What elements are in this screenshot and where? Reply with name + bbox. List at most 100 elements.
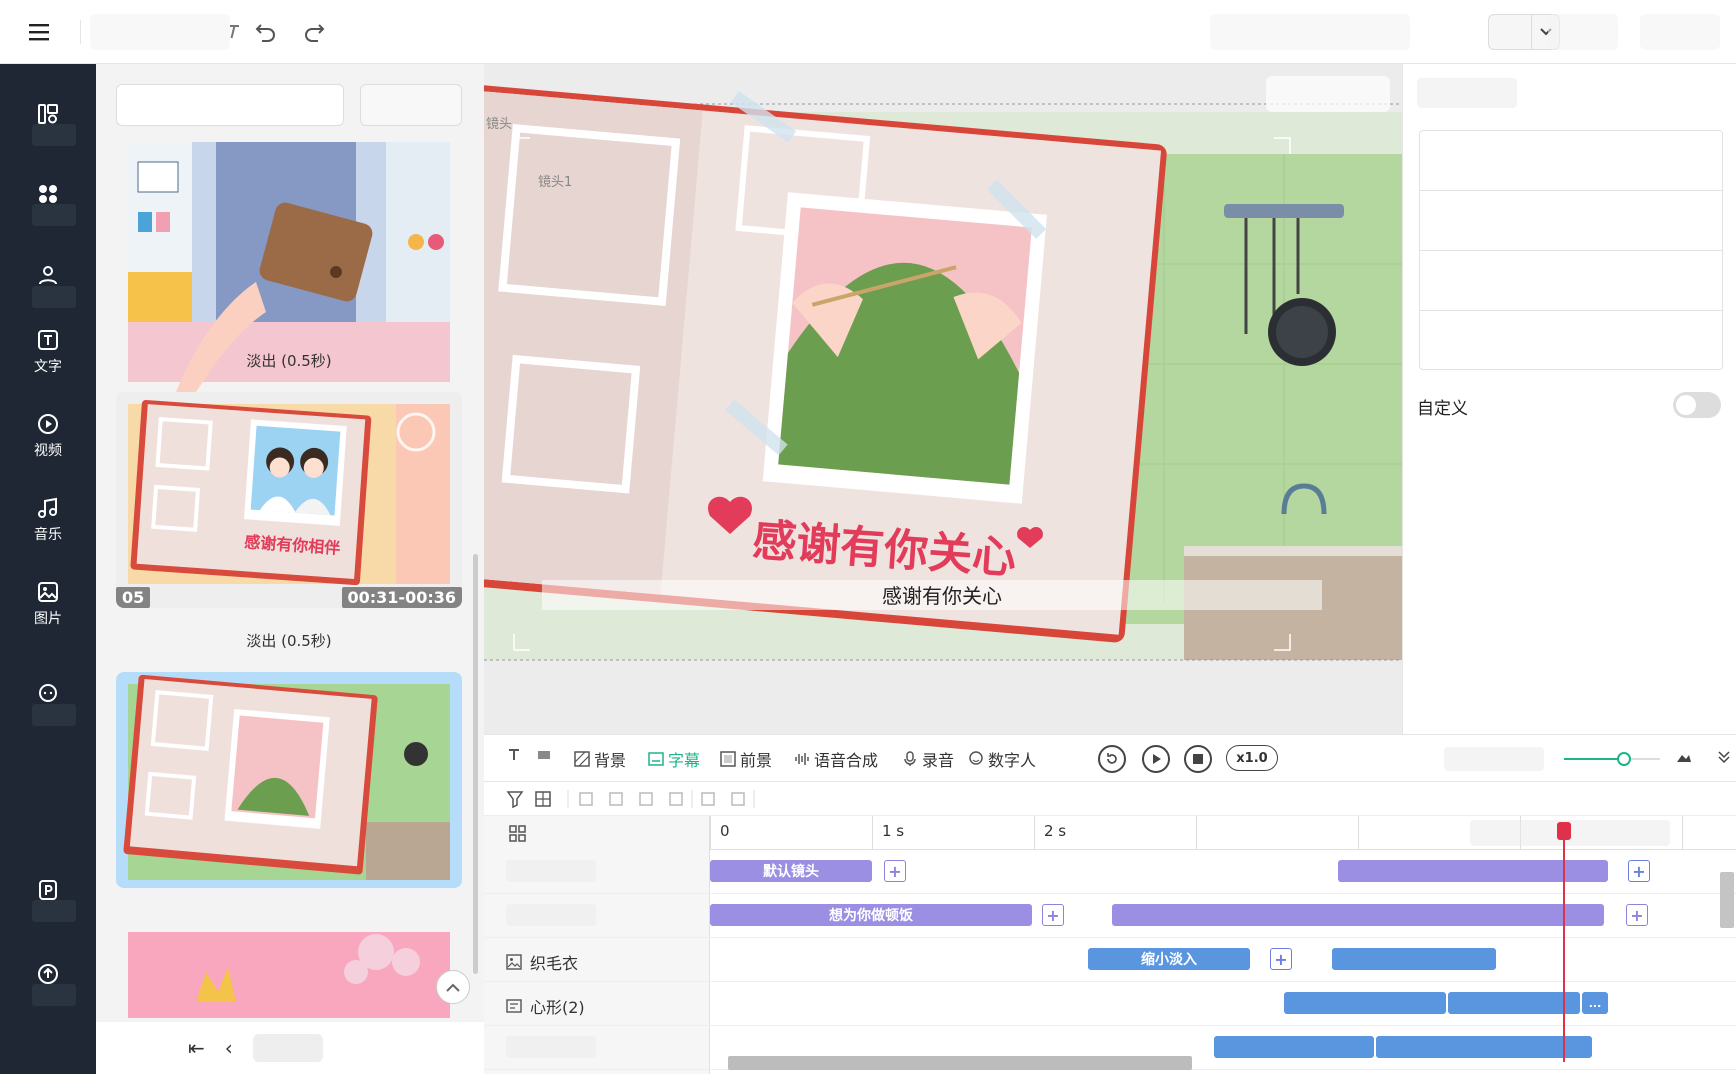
nav-item-ppt[interactable] xyxy=(0,856,96,928)
nav-item-character[interactable] xyxy=(0,242,96,314)
foreground-icon xyxy=(720,751,736,767)
timeline-hscrollbar[interactable] xyxy=(728,1056,1192,1070)
timeline-clip[interactable] xyxy=(1284,992,1446,1014)
add-clip-button[interactable]: + xyxy=(1270,948,1292,970)
property-row[interactable] xyxy=(1420,251,1722,311)
nav-item-music[interactable]: 音乐 xyxy=(0,484,96,556)
add-clip-button[interactable]: + xyxy=(884,860,906,882)
timeline: 0 1 s 2 s 默认镜头 + + 想为你做顿饭 + + 织毛衣 缩小淡入 +… xyxy=(484,816,1736,1074)
timeline-clip[interactable] xyxy=(1214,1036,1374,1058)
tool-tts[interactable]: 语音合成 xyxy=(794,747,878,771)
canvas-subtitle[interactable]: 感谢有你关心 xyxy=(882,584,1002,608)
play-button[interactable] xyxy=(1142,745,1170,773)
tool-background[interactable]: 背景 xyxy=(574,747,626,771)
tool-subtitle[interactable]: 字幕 xyxy=(648,747,700,771)
timeline-clip[interactable] xyxy=(1112,904,1604,926)
tool-blurred[interactable] xyxy=(506,747,522,763)
upload-icon xyxy=(38,964,58,984)
panel-scrollbar[interactable] xyxy=(473,554,478,974)
properties-panel: 自定义 xyxy=(1402,64,1736,734)
custom-toggle[interactable] xyxy=(1673,392,1721,418)
scene-4-preview xyxy=(128,932,450,1018)
scene-thumbnail-4[interactable] xyxy=(116,922,462,1018)
blurred-zoom-label xyxy=(1444,747,1544,771)
timeline-clip[interactable] xyxy=(1448,992,1580,1014)
tool-blurred[interactable] xyxy=(536,747,552,763)
timeline-vscrollbar[interactable] xyxy=(1720,872,1734,928)
property-row[interactable] xyxy=(1420,131,1722,191)
replay-button[interactable] xyxy=(1098,745,1126,773)
timeline-clip[interactable] xyxy=(1376,1036,1592,1058)
first-page-icon[interactable]: ⇤ xyxy=(188,1036,205,1060)
nav-item-video[interactable]: 视频 xyxy=(0,400,96,472)
timeline-clip[interactable]: 想为你做顿饭 xyxy=(710,904,1032,926)
blurred-label xyxy=(32,704,76,726)
scene-search-input[interactable] xyxy=(116,84,344,126)
blurred-button[interactable] xyxy=(1640,14,1720,50)
scene-thumbnail-2[interactable]: 感谢有你相伴 05 00:31-00:36 xyxy=(116,392,462,608)
track-row-hearts: 心形(2) ... xyxy=(484,982,1736,1026)
blurred-label xyxy=(32,984,76,1006)
undo-icon[interactable] xyxy=(250,16,282,48)
tool-avatar[interactable]: 数字人 xyxy=(968,747,1036,771)
top-toolbar xyxy=(0,0,1736,64)
grid-icon[interactable] xyxy=(508,824,528,844)
scene-thumbnail-3-active[interactable] xyxy=(116,672,462,888)
nav-item-template[interactable] xyxy=(0,80,96,152)
timeline-clip[interactable] xyxy=(1332,948,1496,970)
tool-record[interactable]: 录音 xyxy=(902,747,954,771)
chat-icon xyxy=(39,684,57,702)
nav-item-chat[interactable] xyxy=(0,660,96,732)
left-nav: 文字 视频 音乐 图片 xyxy=(0,64,96,1074)
scene-transition-label[interactable]: 淡出 (0.5秒) xyxy=(116,630,462,651)
zoom-slider-handle[interactable] xyxy=(1616,752,1631,766)
tool-avatar-label: 数字人 xyxy=(988,751,1037,770)
playhead-handle[interactable] xyxy=(1557,822,1571,840)
nav-item-image[interactable]: 图片 xyxy=(0,568,96,640)
hamburger-icon[interactable] xyxy=(24,16,56,48)
speed-button[interactable]: x1.0 xyxy=(1226,745,1278,771)
timeline-clip[interactable]: ... xyxy=(1582,992,1608,1014)
track-label: 心形(2) xyxy=(506,994,585,1018)
page-indicator xyxy=(252,1034,323,1062)
edit-tool-icons[interactable] xyxy=(484,782,784,816)
tool-background-label: 背景 xyxy=(594,751,627,770)
nav-item-element[interactable] xyxy=(0,160,96,232)
scroll-top-button[interactable] xyxy=(436,970,470,1004)
scene-transition-label[interactable]: 淡出 (0.5秒) xyxy=(116,350,462,371)
tool-record-label: 录音 xyxy=(922,751,955,770)
redo-icon[interactable] xyxy=(298,16,330,48)
canvas-action-button[interactable] xyxy=(1266,76,1390,112)
replay-icon xyxy=(1107,753,1117,764)
custom-label: 自定义 xyxy=(1417,399,1468,419)
ruler-label: 0 xyxy=(720,822,730,840)
text-format-icon[interactable] xyxy=(218,16,250,48)
collapse-icon[interactable] xyxy=(1716,749,1732,765)
stop-button[interactable] xyxy=(1184,745,1212,773)
scene-time-badge: 00:31-00:36 xyxy=(341,587,462,608)
timeline-clip[interactable]: 缩小淡入 xyxy=(1088,948,1250,970)
nav-item-text[interactable]: 文字 xyxy=(0,316,96,388)
timeline-ruler[interactable]: 0 1 s 2 s xyxy=(710,816,1736,850)
scene-3-preview xyxy=(123,674,450,880)
lens-label[interactable]: 镜头1 xyxy=(538,175,572,190)
property-row[interactable] xyxy=(1420,191,1722,251)
text-icon xyxy=(38,330,58,350)
scene-preview-canvas[interactable]: 感谢有你关心 感谢有你关心 镜头 镜头1 xyxy=(484,64,1402,734)
property-row[interactable] xyxy=(1420,311,1722,371)
microphone-icon xyxy=(904,751,916,766)
timeline-clip[interactable]: 默认镜头 xyxy=(710,860,872,882)
prev-page-icon[interactable]: ‹ xyxy=(225,1036,233,1060)
tool-foreground-label: 前景 xyxy=(740,751,773,770)
zoom-in-icon[interactable] xyxy=(1676,749,1692,765)
add-clip-button[interactable]: + xyxy=(1626,904,1648,926)
tool-foreground[interactable]: 前景 xyxy=(720,747,772,771)
chevron-up-icon xyxy=(446,983,460,992)
timeline-clip[interactable] xyxy=(1338,860,1608,882)
zoom-slider[interactable] xyxy=(1564,752,1660,766)
blurred-button[interactable] xyxy=(1548,14,1618,50)
scene-filter-button[interactable] xyxy=(360,84,462,126)
add-clip-button[interactable]: + xyxy=(1042,904,1064,926)
add-clip-button[interactable]: + xyxy=(1628,860,1650,882)
nav-item-upload[interactable] xyxy=(0,940,96,1012)
